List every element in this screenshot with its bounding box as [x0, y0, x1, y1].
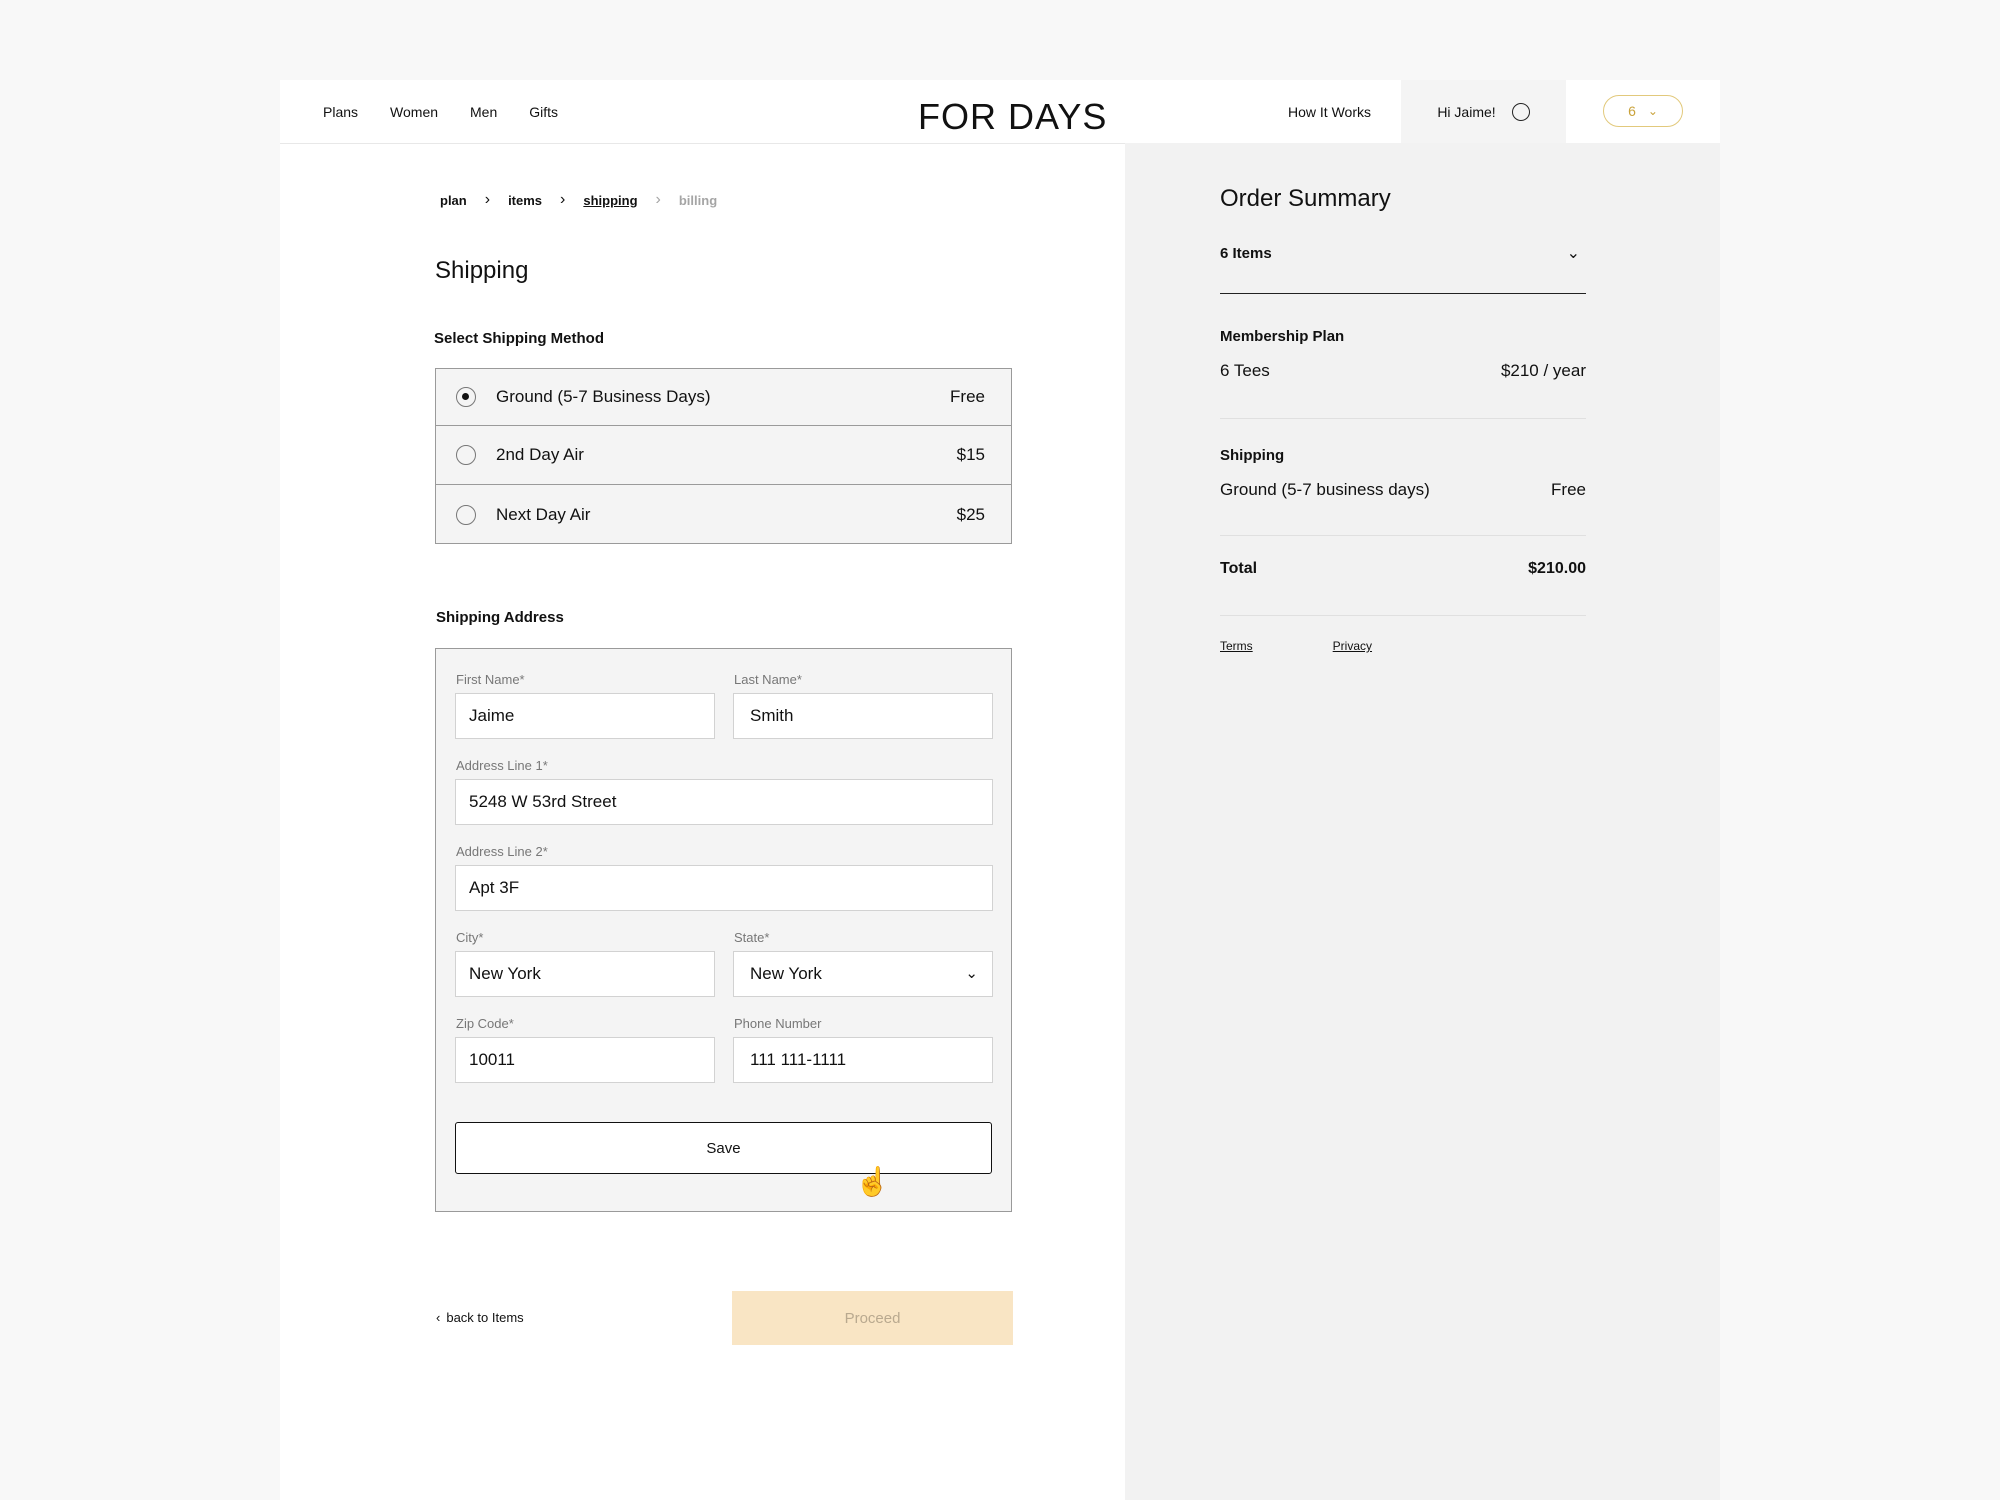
- radio-selected[interactable]: [456, 387, 476, 407]
- account-icon: [1511, 102, 1530, 121]
- shipping-option-label: Ground (5-7 Business Days): [496, 387, 711, 406]
- page-title: Shipping: [435, 257, 529, 284]
- chevron-right-icon: ›: [560, 191, 566, 208]
- breadcrumb: plan › items › shipping › billing: [440, 191, 717, 209]
- breadcrumb-items[interactable]: items: [508, 193, 542, 208]
- items-toggle[interactable]: 6 Items ⌄: [1220, 245, 1586, 294]
- terms-link[interactable]: Terms: [1220, 639, 1253, 653]
- order-summary-title: Order Summary: [1220, 185, 1391, 212]
- membership-plan-line: 6 Tees $210 / year: [1220, 361, 1586, 381]
- shipping-option-price: $25: [956, 504, 985, 524]
- city-field[interactable]: New York: [455, 951, 715, 997]
- account-menu[interactable]: Hi Jaime!: [1401, 80, 1566, 143]
- address-line2-field[interactable]: Apt 3F: [455, 865, 993, 911]
- shipping-heading: Shipping: [1220, 447, 1285, 464]
- shipping-summary-line: Ground (5-7 business days) Free: [1220, 480, 1586, 500]
- account-greeting: Hi Jaime!: [1437, 103, 1496, 120]
- cart-button[interactable]: 6 ⌄: [1603, 95, 1683, 127]
- phone-label: Phone Number: [734, 1016, 822, 1031]
- zip-code-field[interactable]: 10011: [455, 1037, 715, 1083]
- plan-name: 6 Tees: [1220, 361, 1270, 380]
- shipping-summary-name: Ground (5-7 business days): [1220, 480, 1430, 499]
- order-summary-panel: Order Summary 6 Items ⌄ Membership Plan …: [1125, 143, 1720, 1500]
- address-line1-label: Address Line 1*: [456, 758, 548, 773]
- state-select[interactable]: New York ⌄: [733, 951, 993, 997]
- nav-plans[interactable]: Plans: [323, 104, 358, 120]
- membership-plan-heading: Membership Plan: [1220, 328, 1345, 345]
- nav-gifts[interactable]: Gifts: [529, 104, 558, 120]
- breadcrumb-plan[interactable]: plan: [440, 193, 467, 208]
- nav-how-it-works[interactable]: How It Works: [1288, 80, 1371, 143]
- address-line2-label: Address Line 2*: [456, 844, 548, 859]
- nav-links: Plans Women Men Gifts: [323, 80, 558, 143]
- shipping-address-title: Shipping Address: [436, 609, 564, 626]
- cart-count: 6: [1628, 103, 1636, 119]
- total-value: $210.00: [1528, 560, 1586, 577]
- breadcrumb-billing: billing: [678, 192, 718, 208]
- chevron-left-icon: ‹: [436, 1310, 441, 1325]
- shipping-method-title: Select Shipping Method: [434, 330, 605, 347]
- shipping-option-2nd-day[interactable]: 2nd Day Air $15: [436, 425, 1011, 484]
- nav-men[interactable]: Men: [470, 104, 497, 120]
- shipping-option-label: Next Day Air: [496, 504, 591, 524]
- last-name-label: Last Name*: [734, 672, 802, 687]
- total-row: Total $210.00: [1220, 560, 1586, 578]
- state-select-value: New York: [750, 964, 822, 983]
- items-count: 6 Items: [1220, 245, 1272, 262]
- shipping-option-price: Free: [950, 387, 985, 406]
- radio-unselected[interactable]: [456, 504, 476, 525]
- shipping-option-price: $15: [956, 445, 985, 464]
- membership-plan-section: Membership Plan 6 Tees $210 / year: [1220, 328, 1586, 419]
- shipping-summary-section: Shipping Ground (5-7 business days) Free: [1220, 447, 1586, 536]
- city-label: City*: [456, 930, 484, 945]
- shipping-method-group: Ground (5-7 Business Days) Free 2nd Day …: [435, 368, 1012, 544]
- brand-logo[interactable]: FOR DAYS: [918, 96, 1107, 138]
- page-frame: Plans Women Men Gifts FOR DAYS How It Wo…: [280, 80, 1720, 1500]
- breadcrumb-shipping[interactable]: shipping: [583, 193, 637, 208]
- shipping-option-label: 2nd Day Air: [496, 445, 584, 464]
- plan-price: $210 / year: [1500, 361, 1586, 380]
- top-nav: Plans Women Men Gifts FOR DAYS How It Wo…: [280, 80, 1720, 144]
- state-label: State*: [734, 930, 770, 945]
- address-line1-field[interactable]: 5248 W 53rd Street: [455, 779, 993, 825]
- shipping-address-form: First Name* Jaime Last Name* Smith Addre…: [435, 648, 1012, 1212]
- chevron-down-icon: ⌄: [1566, 245, 1580, 262]
- total-section: Total $210.00: [1220, 560, 1586, 616]
- shipping-summary-price: Free: [1551, 480, 1586, 499]
- save-button[interactable]: Save: [455, 1122, 992, 1174]
- total-label: Total: [1220, 560, 1258, 577]
- chevron-down-icon: ⌄: [965, 965, 978, 982]
- back-link-label: back to Items: [446, 1310, 524, 1325]
- zip-code-label: Zip Code*: [456, 1016, 514, 1031]
- first-name-label: First Name*: [456, 672, 525, 687]
- legal-links: Terms Privacy: [1220, 639, 1372, 653]
- chevron-down-icon: ⌄: [1647, 104, 1658, 118]
- hand-cursor-icon: ☝: [855, 1166, 890, 1197]
- shipping-option-ground[interactable]: Ground (5-7 Business Days) Free: [436, 369, 1011, 425]
- nav-women[interactable]: Women: [390, 104, 438, 120]
- chevron-right-icon: ›: [655, 191, 661, 208]
- back-to-items-link[interactable]: ‹ back to Items: [436, 1310, 524, 1325]
- first-name-field[interactable]: Jaime: [455, 693, 715, 739]
- privacy-link[interactable]: Privacy: [1333, 639, 1372, 653]
- proceed-button[interactable]: Proceed: [732, 1291, 1013, 1345]
- radio-unselected[interactable]: [456, 445, 476, 465]
- phone-field[interactable]: 111 111-1111: [733, 1037, 993, 1083]
- chevron-right-icon: ›: [484, 191, 491, 208]
- shipping-option-next-day[interactable]: Next Day Air $25: [436, 484, 1011, 544]
- last-name-field[interactable]: Smith: [733, 693, 993, 739]
